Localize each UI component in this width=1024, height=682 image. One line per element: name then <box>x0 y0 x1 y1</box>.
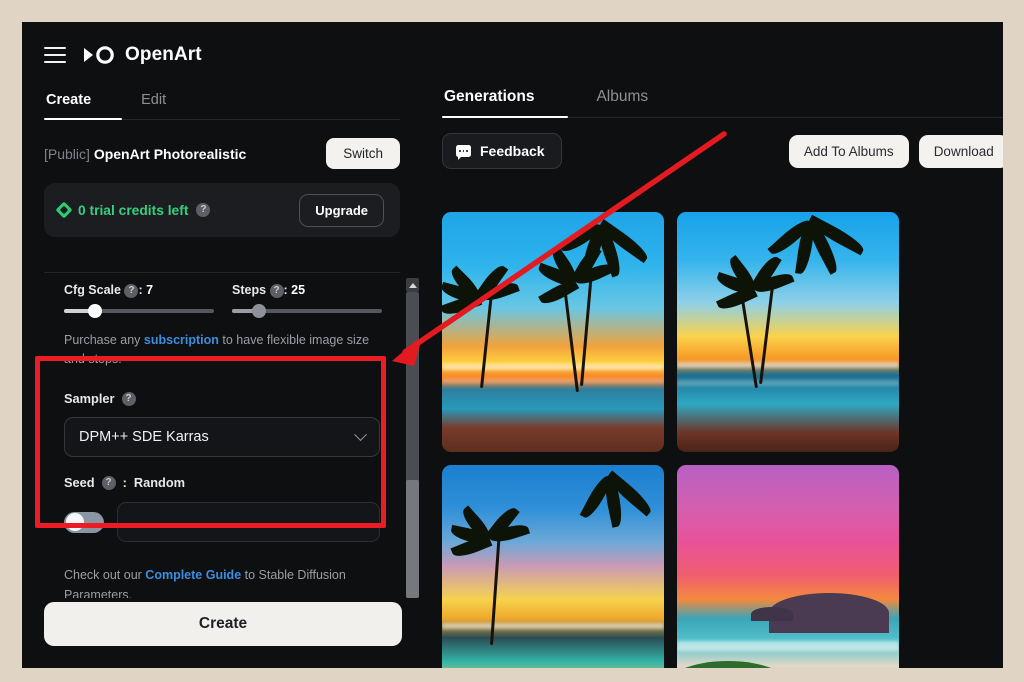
create-button[interactable]: Create <box>44 602 402 646</box>
credits-info: 0 trial credits left ? <box>55 201 211 219</box>
sampler-help-icon[interactable]: ? <box>121 391 136 406</box>
steps-value: 25 <box>291 283 306 297</box>
sampler-selected-value: DPM++ SDE Karras <box>79 429 209 446</box>
steps-help-icon[interactable]: ? <box>269 283 284 298</box>
tab-albums[interactable]: Albums <box>594 84 650 117</box>
brand-name: OpenArt <box>125 44 202 65</box>
switch-model-button[interactable]: Switch <box>326 138 400 169</box>
purchase-note: Purchase any subscription to have flexib… <box>64 331 380 370</box>
sampler-control: Sampler ? DPM++ SDE Karras <box>64 391 380 458</box>
tab-edit[interactable]: Edit <box>139 86 168 119</box>
steps-slider-thumb[interactable] <box>251 303 266 318</box>
feedback-button[interactable]: Feedback <box>442 133 562 169</box>
cfg-scale-slider[interactable] <box>64 303 214 318</box>
cfg-scale-label-text: Cfg Scale <box>64 283 121 297</box>
toggle-knob <box>65 513 84 532</box>
scroll-up-arrow-icon[interactable] <box>406 278 419 292</box>
cfg-scale-slider-thumb[interactable] <box>88 303 102 318</box>
scrollbar-track[interactable] <box>406 292 419 598</box>
slider-row: Cfg Scale ?: 7 Steps ?: 25 <box>44 283 400 318</box>
chevron-down-icon <box>354 428 367 441</box>
cfg-scale-label: Cfg Scale ?: 7 <box>64 283 214 298</box>
model-name: [Public] OpenArt Photorealistic <box>44 146 246 162</box>
generated-image-card[interactable] <box>677 465 899 668</box>
feedback-label: Feedback <box>480 143 545 159</box>
guide-note: Check out our Complete Guide to Stable D… <box>64 566 380 598</box>
model-visibility: [Public] <box>44 145 90 162</box>
gallery-actions: Add To Albums Download De <box>788 134 1003 168</box>
generations-panel: Generations Albums Feedback Add To Album… <box>422 22 1003 668</box>
parameters-scrollbar[interactable] <box>406 278 419 598</box>
generated-image-card[interactable] <box>442 212 664 452</box>
hamburger-menu-icon[interactable] <box>44 47 66 63</box>
download-button[interactable]: Download <box>918 134 1003 168</box>
scrollbar-thumb[interactable] <box>406 480 419 598</box>
parameters-list: Cfg Scale ?: 7 Steps ?: 25 Purchase any … <box>44 273 400 598</box>
generated-image-card[interactable] <box>677 212 899 452</box>
left-tab-bar: Create Edit <box>44 86 400 120</box>
gallery-toolbar: Feedback Add To Albums Download De <box>442 133 1003 169</box>
seed-help-icon[interactable]: ? <box>101 475 116 490</box>
generated-image-card[interactable] <box>442 465 664 668</box>
parameters-scroll-area[interactable]: Cfg Scale ?: 7 Steps ?: 25 Purchase any … <box>44 272 400 598</box>
sampler-label: Sampler ? <box>64 391 380 406</box>
app-header: OpenArt <box>22 22 422 74</box>
right-tab-bar: Generations Albums <box>442 84 1003 118</box>
infinity-logo-icon <box>82 45 116 65</box>
complete-guide-link[interactable]: Complete Guide <box>145 568 241 582</box>
sampler-label-text: Sampler <box>64 391 115 407</box>
sampler-dropdown[interactable]: DPM++ SDE Karras <box>64 417 380 458</box>
subscription-link[interactable]: subscription <box>144 333 219 347</box>
seed-control: Seed ?: Random <box>64 475 380 543</box>
green-diamond-icon <box>55 201 73 219</box>
seed-separator: : <box>122 475 127 491</box>
cfg-scale-value: 7 <box>146 283 154 297</box>
guide-note-prefix: Check out our <box>64 568 146 583</box>
seed-row <box>64 502 380 543</box>
purchase-note-prefix: Purchase any <box>64 332 144 347</box>
cfg-scale-help-icon[interactable]: ? <box>124 283 139 298</box>
steps-control: Steps ?: 25 <box>232 283 382 318</box>
upgrade-button[interactable]: Upgrade <box>299 193 384 227</box>
steps-slider[interactable] <box>232 303 382 318</box>
steps-label-text: Steps <box>232 283 267 297</box>
seed-mode-value: Random <box>133 475 186 491</box>
model-selector-row: [Public] OpenArt Photorealistic Switch <box>44 138 400 169</box>
add-to-albums-button[interactable]: Add To Albums <box>788 134 909 168</box>
speech-bubble-icon <box>456 145 471 160</box>
trial-credits-card: 0 trial credits left ? Upgrade <box>44 183 400 237</box>
credits-help-icon[interactable]: ? <box>196 203 211 217</box>
openart-app-window: OpenArt Create Edit [Public] OpenArt Pho… <box>22 22 1003 668</box>
cfg-scale-control: Cfg Scale ?: 7 <box>64 283 214 318</box>
tab-generations[interactable]: Generations <box>442 84 536 117</box>
seed-input[interactable] <box>117 502 380 543</box>
seed-label: Seed ?: Random <box>64 475 380 490</box>
model-title: OpenArt Photorealistic <box>93 145 247 162</box>
tab-create[interactable]: Create <box>44 86 93 119</box>
cfg-scale-separator: : <box>138 283 147 297</box>
steps-label: Steps ?: 25 <box>232 283 382 298</box>
seed-label-text: Seed <box>64 475 95 491</box>
credits-text: 0 trial credits left <box>78 202 189 218</box>
seed-random-toggle[interactable] <box>64 511 104 533</box>
generations-gallery <box>442 212 1003 668</box>
left-sidebar-panel: OpenArt Create Edit [Public] OpenArt Pho… <box>22 22 422 668</box>
